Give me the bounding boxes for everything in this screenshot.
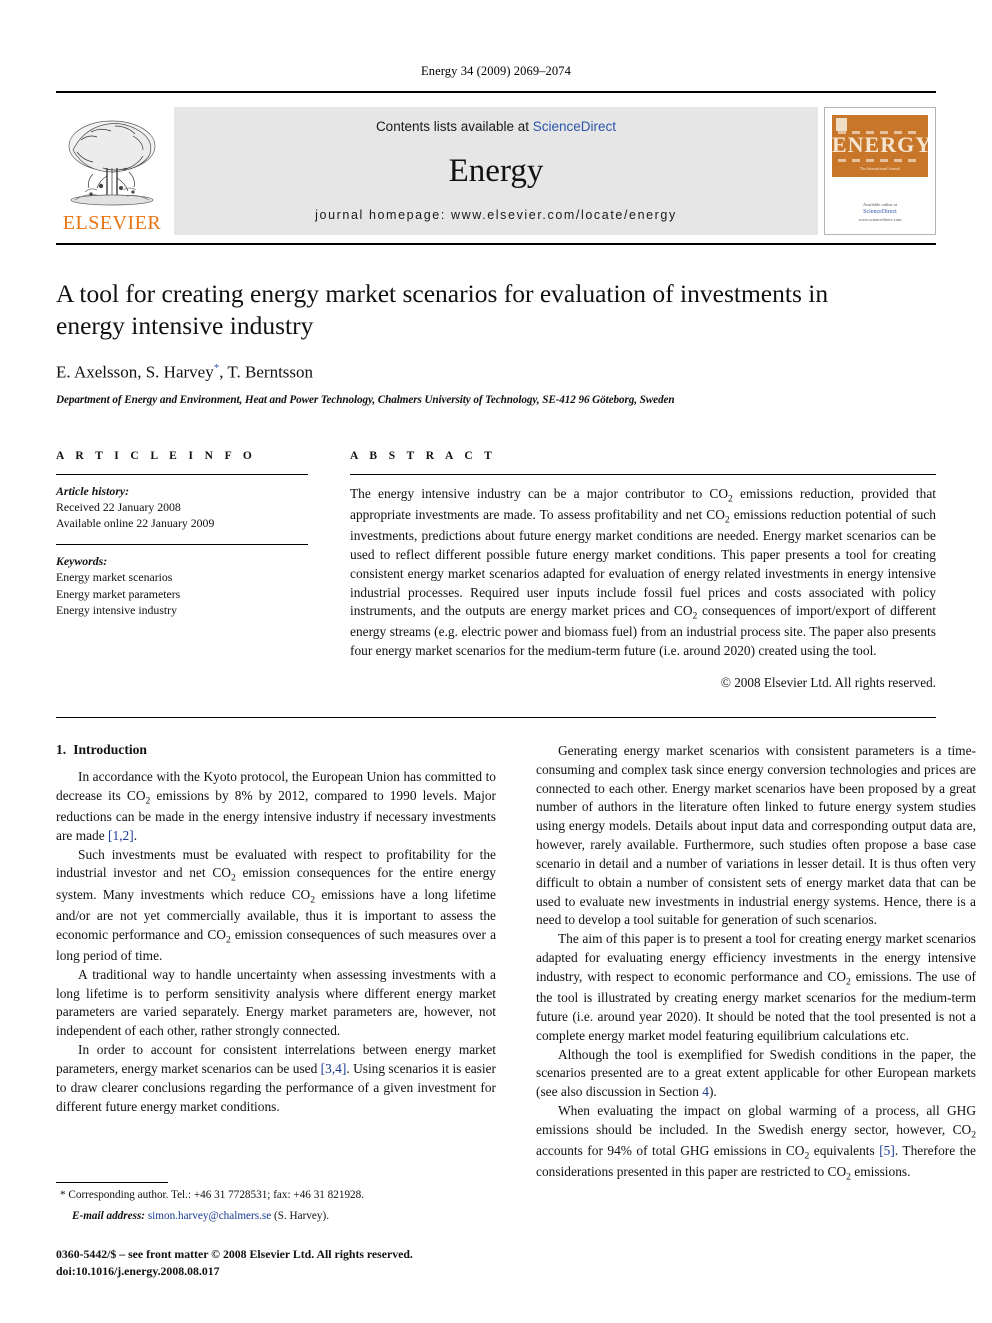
keywords-separator-rule	[56, 544, 308, 546]
keywords-label: Keywords:	[56, 554, 108, 569]
body-separator-rule	[56, 716, 936, 718]
para-seg: equivalents	[809, 1143, 880, 1159]
running-head: Energy 34 (2009) 2069–2074	[421, 64, 571, 78]
elsevier-tree-icon	[68, 120, 156, 206]
article-history-label: Article history:	[56, 483, 130, 498]
section-heading-introduction: 1. Introduction	[56, 742, 496, 758]
keyword-item: Energy market scenarios	[56, 570, 173, 585]
footnote-rule	[56, 1181, 168, 1183]
co2-subscript: 2	[971, 1129, 976, 1141]
journal-title: Energy	[448, 152, 544, 189]
body-column-right: Generating energy market scenarios with …	[536, 742, 976, 1212]
para-seg: When evaluating the impact on global war…	[536, 1103, 976, 1137]
page-footer: * Corresponding author. Tel.: +46 31 772…	[56, 1181, 496, 1279]
keyword-item: Energy market parameters	[56, 586, 181, 601]
journal-homepage-link[interactable]: journal homepage: www.elsevier.com/locat…	[315, 208, 677, 222]
keywords-group: Keywords: Energy market scenarios Energy…	[56, 554, 308, 618]
contents-prefix: Contents lists available at	[375, 119, 533, 134]
email-note: E-mail address: simon.harvey@chalmers.se…	[56, 1209, 496, 1225]
para-seg: .	[133, 827, 138, 843]
article-info-heading: A R T I C L E I N F O	[56, 449, 257, 462]
cover-microtext-row-2	[838, 159, 922, 162]
cover-subtitle: The International Journal	[859, 166, 901, 171]
paragraph: Although the tool is exemplified for Swe…	[536, 1046, 976, 1102]
abstract-heading: A B S T R A C T	[350, 449, 497, 462]
citation-link[interactable]: [5]	[879, 1143, 895, 1158]
para-seg: Although the tool is exemplified for Swe…	[536, 1046, 976, 1100]
paragraph: The aim of this paper is to present a to…	[536, 930, 976, 1045]
citation-link[interactable]: [3,4]	[321, 1061, 347, 1076]
body-columns: 1. Introduction In accordance with the Ky…	[56, 742, 976, 1212]
para-seg: accounts for 94% of total GHG emissions …	[536, 1143, 805, 1159]
cover-available-line: Available online at	[863, 201, 897, 207]
article-page: Energy 34 (2009) 2069–2074 ELSEVIER Cont…	[0, 0, 992, 1323]
banner-center: Contents lists available at ScienceDirec…	[174, 107, 818, 235]
sciencedirect-link[interactable]: ScienceDirect	[533, 119, 616, 134]
cover-sciencedirect-url: www.sciencedirect.com	[858, 217, 902, 223]
body-column-left: 1. Introduction In accordance with the Ky…	[56, 742, 496, 1212]
abstract-copyright: © 2008 Elsevier Ltd. All rights reserved…	[720, 674, 936, 690]
corresponding-author-note: * Corresponding author. Tel.: +46 31 772…	[60, 1188, 365, 1201]
article-history-received: Received 22 January 2008	[56, 499, 181, 514]
section-number: 1.	[56, 741, 67, 757]
article-history-online: Available online 22 January 2009	[56, 516, 215, 531]
section-title-text: Introduction	[73, 741, 147, 757]
email-label: E-mail address:	[72, 1209, 146, 1222]
cover-bottom-panel: Available online at ScienceDirect www.sc…	[825, 202, 935, 225]
cover-sciencedirect-logo: ScienceDirect	[863, 209, 897, 216]
paragraph: A traditional way to handle uncertainty …	[56, 966, 496, 1039]
cover-elsevier-badge-icon	[836, 118, 847, 131]
cover-title: ENERGY	[832, 132, 928, 157]
paragraph: In accordance with the Kyoto protocol, t…	[56, 768, 496, 846]
email-owner: (S. Harvey).	[274, 1209, 330, 1222]
abstract-text: The energy intensive industry can be a m…	[350, 485, 936, 661]
para-seg: ).	[708, 1084, 717, 1100]
keyword-item: Energy intensive industry	[56, 602, 178, 617]
abstract-column: A B S T R A C T The energy intensive ind…	[350, 450, 936, 691]
contents-available-line: Contents lists available at ScienceDirec…	[376, 119, 616, 134]
elsevier-wordmark: ELSEVIER	[62, 212, 162, 234]
banner-bottom-rule	[56, 243, 936, 245]
para-seg: emissions.	[850, 1164, 911, 1180]
page-title: A tool for creating energy market scenar…	[56, 279, 829, 341]
author-list: E. Axelsson, S. Harvey*, T. Berntsson	[56, 362, 936, 383]
affiliation: Department of Energy and Environment, He…	[56, 393, 675, 406]
authors-text: E. Axelsson, S. Harvey	[56, 362, 214, 382]
paragraph: Generating energy market scenarios with …	[536, 742, 976, 928]
article-history-group: Article history: Received 22 January 200…	[56, 484, 308, 532]
issn-line: 0360-5442/$ – see front matter © 2008 El…	[56, 1247, 413, 1262]
issn-copyright-block: 0360-5442/$ – see front matter © 2008 El…	[56, 1246, 496, 1279]
banner-top-rule	[56, 91, 936, 93]
journal-banner: ELSEVIER Contents lists available at Sci…	[56, 107, 936, 235]
abstract-seg-1: The energy intensive industry can be a m…	[350, 485, 729, 501]
cover-top-panel: ENERGY The International Journal	[832, 115, 928, 177]
paragraph: In order to account for consistent inter…	[56, 1041, 496, 1116]
elsevier-logo: ELSEVIER	[56, 107, 168, 235]
email-link[interactable]: simon.harvey@chalmers.se	[148, 1210, 271, 1222]
authors-text-tail: , T. Berntsson	[219, 362, 314, 382]
citation-link[interactable]: [1,2]	[108, 828, 134, 843]
paragraph: Such investments must be evaluated with …	[56, 846, 496, 966]
doi-line[interactable]: doi:10.1016/j.energy.2008.08.017	[56, 1263, 496, 1279]
journal-cover-thumbnail: ENERGY The International Journal Availab…	[824, 107, 936, 235]
section-cross-reference-link[interactable]: 4	[702, 1084, 709, 1099]
article-info-column: A R T I C L E I N F O Article history: R…	[56, 450, 308, 691]
abstract-seg-3: emissions reduction potential of such in…	[350, 507, 937, 619]
abstract-rule	[350, 473, 936, 475]
article-info-rule	[56, 473, 308, 475]
info-abstract-region: A R T I C L E I N F O Article history: R…	[56, 450, 936, 691]
paragraph: When evaluating the impact on global war…	[536, 1102, 976, 1184]
